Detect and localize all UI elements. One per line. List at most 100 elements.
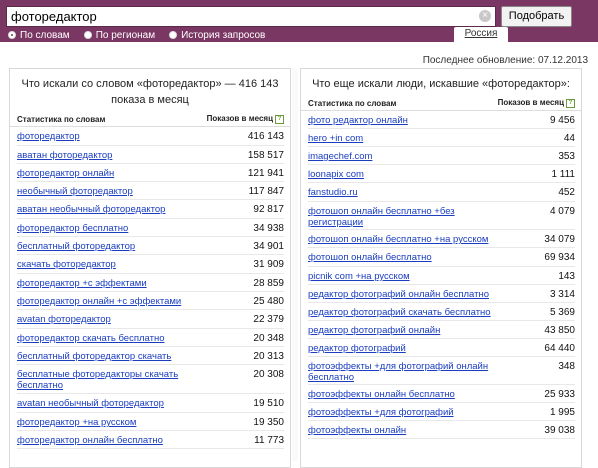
mode-by-words[interactable]: По словам bbox=[8, 29, 70, 41]
scrollbar[interactable] bbox=[292, 68, 298, 461]
query-link[interactable]: hero +in com bbox=[308, 133, 363, 144]
clear-search-icon[interactable]: × bbox=[479, 10, 491, 22]
impressions-count: 117 847 bbox=[248, 186, 284, 197]
column-header: Статистика по словам Показов в месяц? bbox=[301, 96, 581, 111]
query-link[interactable]: аватан необычный фоторедактор bbox=[17, 204, 165, 215]
query-link[interactable]: фотошоп онлайн бесплатно +на русском bbox=[308, 234, 488, 245]
mode-by-regions[interactable]: По регионам bbox=[83, 29, 156, 41]
mode-label: По словам bbox=[20, 29, 70, 41]
table-row: фоторедактор 416 143 bbox=[17, 127, 284, 146]
left-results-panel: Что искали со словом «фоторедактор» — 41… bbox=[9, 68, 291, 468]
query-link[interactable]: fanstudio.ru bbox=[308, 187, 358, 198]
impressions-count: 416 143 bbox=[247, 131, 284, 142]
table-row: редактор фотографий онлайн бесплатно 3 31… bbox=[308, 285, 575, 303]
table-row: редактор фотографий онлайн 43 850 bbox=[308, 321, 575, 339]
query-link[interactable]: picnik com +на русском bbox=[308, 271, 410, 282]
query-link[interactable]: avatan необычный фоторедактор bbox=[17, 398, 164, 409]
results-list: фото редактор онлайн 9 456 hero +in com 44 i… bbox=[301, 111, 581, 439]
query-link[interactable]: фоторедактор +с эффектами bbox=[17, 278, 147, 289]
table-row: фоторедактор +с эффектами 28 859 bbox=[17, 274, 284, 292]
col-words-label: Статистика по словам bbox=[308, 98, 397, 108]
impressions-count: 44 bbox=[563, 133, 575, 144]
table-row: фоторедактор +на русском 19 350 bbox=[17, 413, 284, 431]
impressions-count: 9 456 bbox=[549, 115, 575, 126]
query-link[interactable]: фоторедактор бесплатно bbox=[17, 223, 128, 234]
table-row: фоторедактор онлайн +с эффектами 25 480 bbox=[17, 292, 284, 310]
impressions-count: 4 079 bbox=[549, 206, 575, 217]
impressions-count: 452 bbox=[558, 187, 575, 198]
help-icon[interactable]: ? bbox=[275, 114, 284, 124]
table-row: фотошоп онлайн бесплатно +на русском 34 0… bbox=[308, 230, 575, 248]
radio-icon[interactable] bbox=[83, 31, 92, 39]
table-row: аватан фоторедактор 158 517 bbox=[17, 146, 284, 164]
query-link[interactable]: imagechef.com bbox=[308, 151, 372, 162]
impressions-count: 43 850 bbox=[544, 325, 575, 336]
query-link[interactable]: фото редактор онлайн bbox=[308, 115, 408, 126]
submit-button[interactable]: Подобрать bbox=[501, 6, 572, 27]
impressions-count: 19 350 bbox=[253, 417, 284, 428]
search-mode-group: По словам По регионам История запросов bbox=[8, 29, 279, 41]
query-link[interactable]: редактор фотографий онлайн bbox=[308, 325, 440, 336]
search-box: × bbox=[6, 6, 496, 27]
query-link[interactable]: бесплатный фоторедактор bbox=[17, 241, 135, 252]
radio-icon[interactable] bbox=[8, 31, 16, 39]
query-link[interactable]: фоторедактор онлайн bbox=[17, 168, 114, 179]
region-link[interactable]: Россия bbox=[454, 27, 508, 42]
impressions-count: 348 bbox=[558, 361, 575, 372]
table-row: фоторедактор онлайн бесплатно 11 773 bbox=[17, 431, 284, 449]
impressions-count: 69 934 bbox=[544, 252, 575, 263]
query-link[interactable]: фоторедактор онлайн бесплатно bbox=[17, 435, 163, 446]
query-link[interactable]: фотошоп онлайн бесплатно +без регистраци… bbox=[308, 206, 503, 228]
impressions-count: 28 859 bbox=[253, 278, 284, 289]
query-link[interactable]: фотоэффекты онлайн bbox=[308, 425, 406, 436]
query-link[interactable]: фоторедактор скачать бесплатно bbox=[17, 333, 164, 344]
table-row: фото редактор онлайн 9 456 bbox=[308, 111, 575, 129]
mode-history[interactable]: История запросов bbox=[169, 29, 265, 41]
query-link[interactable]: avatan фоторедактор bbox=[17, 314, 111, 325]
table-row: фотоэффекты онлайн 39 038 bbox=[308, 421, 575, 439]
impressions-count: 1 111 bbox=[551, 169, 575, 180]
query-link[interactable]: фотошоп онлайн бесплатно bbox=[308, 252, 432, 263]
impressions-count: 39 038 bbox=[544, 425, 575, 436]
table-row: бесплатный фоторедактор скачать 20 313 bbox=[17, 347, 284, 365]
search-input[interactable] bbox=[7, 7, 467, 26]
search-header: × Подобрать По словам По регионам Истори… bbox=[0, 0, 598, 42]
query-link[interactable]: бесплатный фоторедактор скачать bbox=[17, 351, 171, 362]
query-link[interactable]: бесплатные фоторедакторы скачать бесплат… bbox=[17, 369, 212, 391]
query-link[interactable]: скачать фоторедактор bbox=[17, 259, 116, 270]
panel-title: Что еще искали люди, искавшие «фоторедак… bbox=[312, 78, 570, 90]
impressions-count: 22 379 bbox=[253, 314, 284, 325]
query-link[interactable]: редактор фотографий скачать бесплатно bbox=[308, 307, 491, 318]
impressions-count: 20 313 bbox=[253, 351, 284, 362]
query-link[interactable]: аватан фоторедактор bbox=[17, 150, 112, 161]
col-shows: Показов в месяц? bbox=[498, 98, 575, 108]
query-link[interactable]: фотоэффекты +для фотографий bbox=[308, 407, 454, 418]
query-link[interactable]: фоторедактор онлайн +с эффектами bbox=[17, 296, 181, 307]
query-link[interactable]: фоторедактор +на русском bbox=[17, 417, 136, 428]
last-update-text: Последнее обновление: 07.12.2013 bbox=[422, 55, 588, 66]
query-link[interactable]: фотоэффекты +для фотографий онлайн беспл… bbox=[308, 361, 503, 383]
table-row: фотошоп онлайн бесплатно +без регистраци… bbox=[308, 202, 575, 230]
query-link[interactable]: необычный фоторедактор bbox=[17, 186, 133, 197]
impressions-count: 92 817 bbox=[253, 204, 284, 215]
query-link[interactable]: loonapix com bbox=[308, 169, 364, 180]
help-icon[interactable]: ? bbox=[566, 98, 575, 108]
mode-label: По регионам bbox=[95, 29, 156, 41]
query-link[interactable]: фоторедактор bbox=[17, 131, 80, 142]
impressions-count: 25 933 bbox=[544, 389, 575, 400]
radio-icon[interactable] bbox=[169, 31, 178, 39]
query-link[interactable]: редактор фотографий онлайн бесплатно bbox=[308, 289, 489, 300]
impressions-count: 25 480 bbox=[253, 296, 284, 307]
table-row: loonapix com 1 111 bbox=[308, 165, 575, 183]
impressions-count: 3 314 bbox=[549, 289, 575, 300]
impressions-count: 1 995 bbox=[549, 407, 575, 418]
table-row: avatan фоторедактор 22 379 bbox=[17, 310, 284, 329]
query-link[interactable]: редактор фотографий bbox=[308, 343, 406, 354]
table-row: бесплатный фоторедактор 34 901 bbox=[17, 237, 284, 255]
impressions-count: 31 909 bbox=[253, 259, 284, 270]
impressions-count: 19 510 bbox=[253, 398, 284, 409]
query-link[interactable]: фотоэффекты онлайн бесплатно bbox=[308, 389, 455, 400]
column-header: Статистика по словам Показов в месяц? bbox=[10, 112, 290, 127]
table-row: редактор фотографий скачать бесплатно 5 3… bbox=[308, 303, 575, 321]
table-row: avatan необычный фоторедактор 19 510 bbox=[17, 394, 284, 413]
